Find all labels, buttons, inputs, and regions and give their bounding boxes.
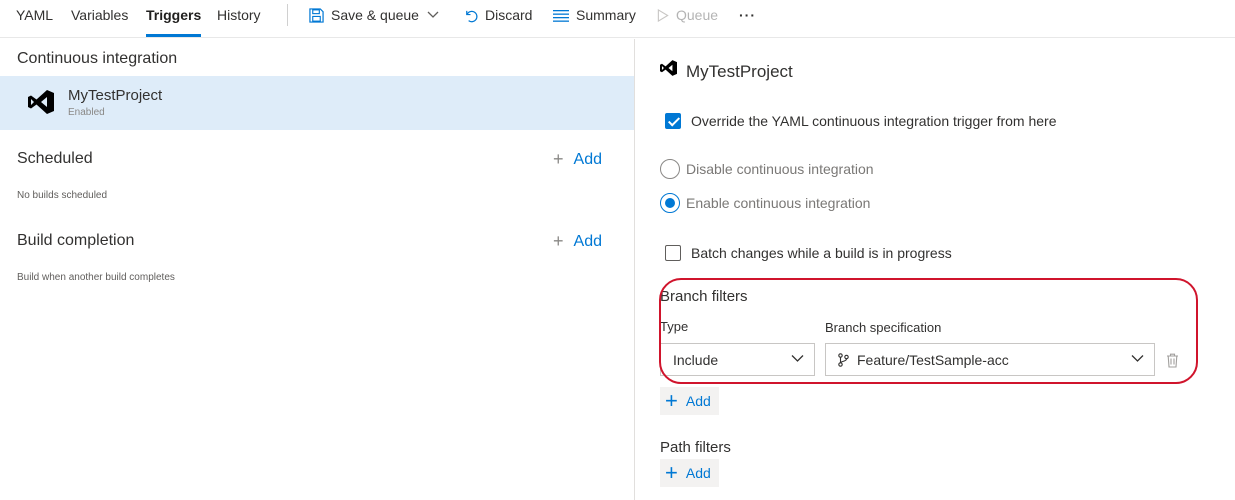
add-label: Add — [573, 232, 602, 250]
batch-changes-checkbox[interactable] — [665, 245, 681, 261]
filter-type-value: Include — [673, 352, 719, 368]
undo-icon — [466, 10, 478, 22]
override-yaml-checkbox[interactable] — [665, 113, 681, 129]
enable-ci-radio[interactable] — [660, 193, 680, 213]
discard-button[interactable]: Discard — [463, 0, 532, 30]
plus-icon: + — [553, 149, 564, 169]
discard-label: Discard — [485, 7, 533, 23]
branch-filters-title: Branch filters — [660, 288, 748, 305]
list-icon — [553, 9, 569, 22]
visual-studio-icon — [660, 60, 677, 76]
summary-button[interactable]: Summary — [553, 0, 636, 30]
add-label: Add — [685, 465, 711, 481]
details-title: MyTestProject — [686, 62, 793, 81]
add-label: Add — [573, 150, 602, 168]
add-build-completion-button[interactable]: + Add — [553, 231, 602, 252]
ci-item-name: MyTestProject — [68, 87, 163, 104]
queue-button[interactable]: Queue — [657, 0, 718, 30]
chevron-down-icon — [1131, 355, 1144, 362]
plus-icon: + — [665, 460, 678, 485]
chevron-down-icon — [791, 355, 804, 362]
plus-icon: + — [665, 388, 678, 413]
save-queue-button[interactable]: Save & queue — [309, 0, 446, 30]
disable-ci-radio[interactable] — [660, 159, 680, 179]
branch-spec-label: Branch specification — [825, 320, 942, 335]
ci-trigger-item[interactable]: MyTestProject Enabled — [0, 76, 634, 130]
override-yaml-label: Override the YAML continuous integration… — [691, 113, 1057, 129]
add-label: Add — [685, 393, 711, 409]
ci-section-title: Continuous integration — [17, 50, 178, 67]
build-completion-note: Build when another build completes — [17, 272, 175, 283]
add-scheduled-button[interactable]: + Add — [553, 149, 602, 170]
batch-changes-label: Batch changes while a build is in progre… — [691, 245, 952, 261]
scheduled-section-title: Scheduled — [17, 150, 93, 167]
toolbar: YAML Variables Triggers History Save & q… — [0, 0, 1235, 38]
more-actions-button[interactable]: ··· — [739, 0, 756, 30]
add-branch-filter-button[interactable]: + Add — [660, 387, 719, 415]
trash-icon[interactable] — [1166, 353, 1179, 368]
plus-icon: + — [553, 231, 564, 251]
visual-studio-icon — [28, 90, 54, 114]
chevron-down-icon — [427, 11, 439, 18]
branch-icon — [838, 353, 849, 367]
enable-ci-label: Enable continuous integration — [686, 195, 871, 211]
ci-item-status: Enabled — [68, 107, 105, 118]
tab-triggers[interactable]: Triggers — [146, 0, 202, 38]
toolbar-separator — [287, 4, 288, 26]
type-label: Type — [660, 319, 689, 334]
tab-variables[interactable]: Variables — [71, 0, 128, 38]
queue-label: Queue — [676, 7, 719, 23]
save-queue-label: Save & queue — [331, 7, 419, 23]
trigger-details-pane: MyTestProject Override the YAML continuo… — [635, 39, 1235, 500]
build-completion-section-title: Build completion — [17, 232, 135, 249]
disable-ci-label: Disable continuous integration — [686, 161, 874, 177]
triggers-list-pane: Continuous integration MyTestProject Ena… — [0, 39, 634, 500]
path-filters-title: Path filters — [660, 439, 731, 456]
scheduled-note: No builds scheduled — [17, 190, 108, 201]
tab-history[interactable]: History — [217, 0, 261, 38]
summary-label: Summary — [576, 7, 636, 23]
tab-yaml[interactable]: YAML — [16, 0, 53, 38]
branch-spec-select[interactable]: Feature/TestSample-acc — [825, 343, 1155, 376]
add-path-filter-button[interactable]: + Add — [660, 459, 719, 487]
play-icon — [657, 8, 669, 22]
filter-type-select[interactable]: Include — [660, 343, 815, 376]
branch-spec-value: Feature/TestSample-acc — [857, 352, 1009, 368]
save-icon — [309, 7, 324, 23]
